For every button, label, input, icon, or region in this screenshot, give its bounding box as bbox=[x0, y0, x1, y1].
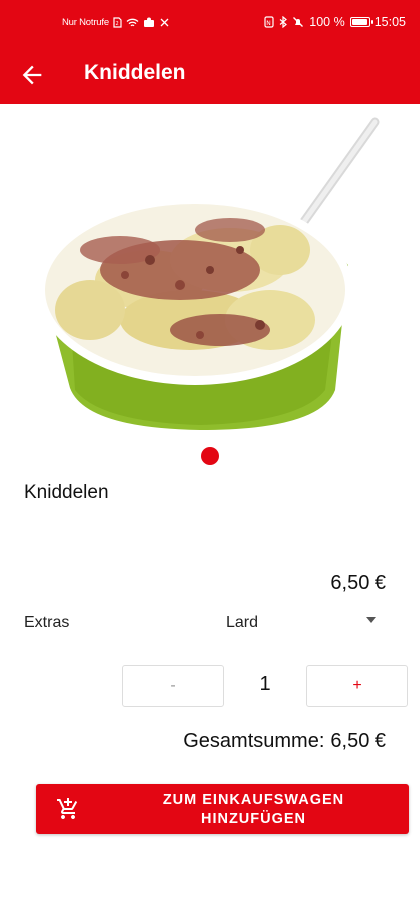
cart-add-icon bbox=[57, 798, 78, 819]
nfc-icon: N bbox=[264, 16, 274, 28]
wifi-icon bbox=[126, 18, 139, 28]
add-to-cart-line1: ZUM EINKAUFSWAGEN bbox=[162, 792, 345, 808]
carousel-indicator-dot bbox=[201, 447, 219, 465]
decrease-quantity-button[interactable]: - bbox=[122, 665, 224, 707]
status-bar: Nur Notrufe 2 N 100 % 15:05 bbox=[0, 0, 420, 46]
app-notification-icon bbox=[143, 17, 155, 28]
extras-dropdown[interactable]: Lard bbox=[210, 606, 390, 640]
quantity-value: 1 bbox=[259, 673, 271, 695]
add-to-cart-label: ZUM EINKAUFSWAGEN HINZUFÜGEN bbox=[106, 791, 401, 829]
dropdown-arrow-icon bbox=[366, 617, 376, 623]
product-name: Kniddelen bbox=[24, 482, 109, 503]
mute-icon bbox=[292, 16, 304, 28]
total-label: Gesamtsumme: bbox=[183, 730, 325, 752]
extras-selected-value: Lard bbox=[226, 614, 259, 631]
clock: 15:05 bbox=[374, 15, 406, 29]
back-button[interactable] bbox=[18, 61, 46, 89]
arrow-back-icon bbox=[22, 65, 42, 85]
product-price: 6,50 € bbox=[330, 572, 386, 594]
app-bar: Kniddelen bbox=[0, 46, 420, 104]
carrier-text: Nur Notrufe bbox=[62, 17, 109, 28]
product-image-carousel[interactable] bbox=[30, 110, 400, 440]
page-title: Kniddelen bbox=[84, 61, 186, 84]
sim-icon: 2 bbox=[113, 17, 122, 28]
add-to-cart-line2: HINZUFÜGEN bbox=[200, 811, 307, 827]
total-sum: Gesamtsumme: 6,50 € bbox=[183, 730, 386, 753]
extras-label: Extras bbox=[24, 614, 70, 631]
increase-quantity-button[interactable]: + bbox=[306, 665, 408, 707]
total-value: 6,50 € bbox=[330, 730, 386, 752]
product-image bbox=[37, 117, 380, 430]
status-left: Nur Notrufe 2 bbox=[62, 17, 170, 28]
signal-off-icon bbox=[159, 17, 170, 28]
svg-text:2: 2 bbox=[115, 21, 118, 27]
battery-percent: 100 % bbox=[309, 15, 345, 29]
bluetooth-icon bbox=[279, 16, 288, 28]
svg-text:N: N bbox=[267, 20, 272, 27]
status-right: N 100 % 15:05 bbox=[264, 15, 406, 29]
battery-icon bbox=[349, 17, 373, 27]
add-to-cart-button[interactable]: ZUM EINKAUFSWAGEN HINZUFÜGEN bbox=[36, 784, 409, 834]
